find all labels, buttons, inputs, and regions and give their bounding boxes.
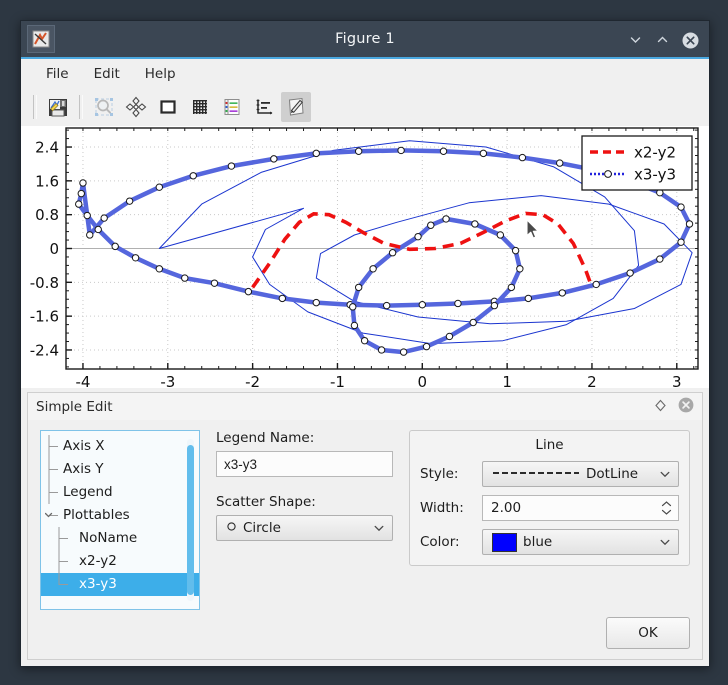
svg-text:0: 0 (49, 240, 59, 258)
menu-help[interactable]: Help (134, 63, 187, 85)
line-width-spinbox[interactable]: 2.00 (482, 495, 679, 521)
axes-button[interactable] (249, 92, 279, 122)
tree-item-label: Axis Y (63, 461, 104, 477)
tree-item-label: NoName (79, 530, 138, 546)
svg-text:3: 3 (672, 373, 682, 388)
menu-edit[interactable]: Edit (83, 63, 131, 85)
legend-name-input[interactable] (216, 451, 393, 477)
tree-branch-icon (45, 573, 77, 596)
close-button[interactable] (682, 32, 699, 48)
maximize-button[interactable] (655, 32, 670, 47)
svg-text:-0.8: -0.8 (30, 274, 59, 292)
dock-close-icon[interactable] (678, 397, 694, 417)
tree-item-x3-y3[interactable]: x3-y3 (41, 573, 199, 596)
scatter-shape-label: Scatter Shape: (216, 494, 316, 510)
svg-text:1.6: 1.6 (35, 172, 59, 190)
tree-scrollbar[interactable] (187, 439, 194, 601)
tree-branch-icon (45, 481, 61, 504)
dock-title-bar: Simple Edit (27, 392, 703, 420)
line-style-value: DotLine (586, 466, 639, 482)
scatter-shape-value: Circle (243, 520, 281, 536)
window-title: Figure 1 (335, 31, 395, 47)
plot-area[interactable]: -4 -3 -2 -1 0 1 2 3 -2.4 -1.6 -0.8 0 0.8 1.6 2.4 x2-y2 x… (21, 126, 709, 388)
tree-branch-icon (45, 435, 61, 458)
simple-edit-dock: Simple Edit Axis X Axis Y Legend Plottab… (21, 388, 709, 666)
float-diamond-icon[interactable] (654, 397, 667, 416)
line-style-row: Style: DotLine (420, 461, 679, 487)
line-group-title: Line (535, 437, 564, 453)
chevron-down-icon (372, 522, 386, 534)
tree-branch-icon (45, 527, 77, 550)
color-swatch (492, 532, 517, 552)
tree-item-x2-y2[interactable]: x2-y2 (41, 550, 199, 573)
toolbar-separator (33, 95, 37, 119)
app-icon (27, 25, 55, 53)
legend-button[interactable] (217, 92, 247, 122)
circle-marker-icon (226, 520, 237, 536)
properties-column: Legend Name: Scatter Shape: Circle (216, 430, 393, 541)
legend-name-label: Legend Name: (216, 430, 315, 446)
plot-element-tree[interactable]: Axis X Axis Y Legend Plottables NoName x… (40, 430, 200, 610)
tree-item-plottables[interactable]: Plottables (41, 504, 199, 527)
toolbar (21, 88, 709, 126)
dock-title: Simple Edit (36, 398, 113, 415)
tree-item-noname[interactable]: NoName (41, 527, 199, 550)
tree-item-label: x3-y3 (77, 575, 121, 594)
toolbar-separator-2 (79, 95, 83, 119)
svg-text:-1: -1 (330, 373, 345, 388)
chevron-down-icon (658, 536, 672, 548)
svg-text:x2-y2: x2-y2 (634, 144, 676, 162)
svg-text:x3-y3: x3-y3 (634, 166, 676, 184)
title-bar: Figure 1 (21, 21, 709, 59)
svg-text:-2.4: -2.4 (30, 341, 59, 359)
tree-expander-icon[interactable] (44, 504, 61, 527)
line-color-label: Color: (420, 534, 460, 550)
svg-text:-3: -3 (160, 373, 175, 388)
grid-button[interactable] (185, 92, 215, 122)
line-style-label: Style: (420, 466, 459, 482)
zoom-select-button[interactable] (89, 92, 119, 122)
tree-item-label: x2-y2 (79, 553, 117, 569)
figure-window: Figure 1 File Edit Help -4 -3 -2 -1 0 1 … (20, 20, 710, 667)
tree-item-legend[interactable]: Legend (41, 481, 199, 504)
svg-text:0.8: 0.8 (35, 206, 59, 224)
pan-move-button[interactable] (121, 92, 151, 122)
tree-item-label: Axis X (63, 438, 105, 454)
line-width-value: 2.00 (491, 500, 522, 516)
tree-item-axis-x[interactable]: Axis X (41, 435, 199, 458)
menu-file[interactable]: File (35, 63, 80, 85)
save-figure-button[interactable] (43, 92, 73, 122)
rectangle-button[interactable] (153, 92, 183, 122)
line-color-row: Color: blue (420, 529, 679, 555)
tree-branch-icon (45, 550, 77, 573)
spinbox-stepper[interactable] (658, 501, 674, 515)
svg-text:2: 2 (587, 373, 597, 388)
dashed-line-preview-icon (492, 466, 580, 482)
line-color-value: blue (523, 534, 553, 550)
tree-item-axis-y[interactable]: Axis Y (41, 458, 199, 481)
line-group: Line Style: DotLine Width: 2.00 Color: b… (409, 430, 690, 566)
line-color-select[interactable]: blue (482, 529, 679, 555)
svg-text:0: 0 (418, 373, 428, 388)
line-width-label: Width: (420, 500, 464, 516)
window-buttons (628, 32, 709, 48)
svg-text:-1.6: -1.6 (30, 308, 59, 326)
dock-body: Axis X Axis Y Legend Plottables NoName x… (27, 420, 703, 660)
tree-item-label: Legend (63, 484, 113, 500)
simple-edit-button[interactable] (281, 92, 311, 122)
menu-bar: File Edit Help (21, 59, 709, 88)
line-style-select[interactable]: DotLine (482, 461, 679, 487)
chevron-down-icon (658, 468, 672, 480)
tree-item-label: Plottables (63, 507, 130, 523)
line-width-row: Width: 2.00 (420, 495, 679, 521)
figure-canvas[interactable]: -4 -3 -2 -1 0 1 2 3 -2.4 -1.6 -0.8 0 0.8 1.6 2.4 x2-y2 x… (21, 126, 709, 388)
minimize-button[interactable] (628, 32, 643, 47)
ok-button[interactable]: OK (606, 617, 690, 649)
svg-text:1: 1 (502, 373, 512, 388)
svg-text:2.4: 2.4 (35, 139, 59, 157)
svg-text:-2: -2 (245, 373, 260, 388)
scatter-shape-select[interactable]: Circle (216, 515, 393, 541)
svg-text:-4: -4 (75, 373, 90, 388)
tree-branch-icon (45, 458, 61, 481)
